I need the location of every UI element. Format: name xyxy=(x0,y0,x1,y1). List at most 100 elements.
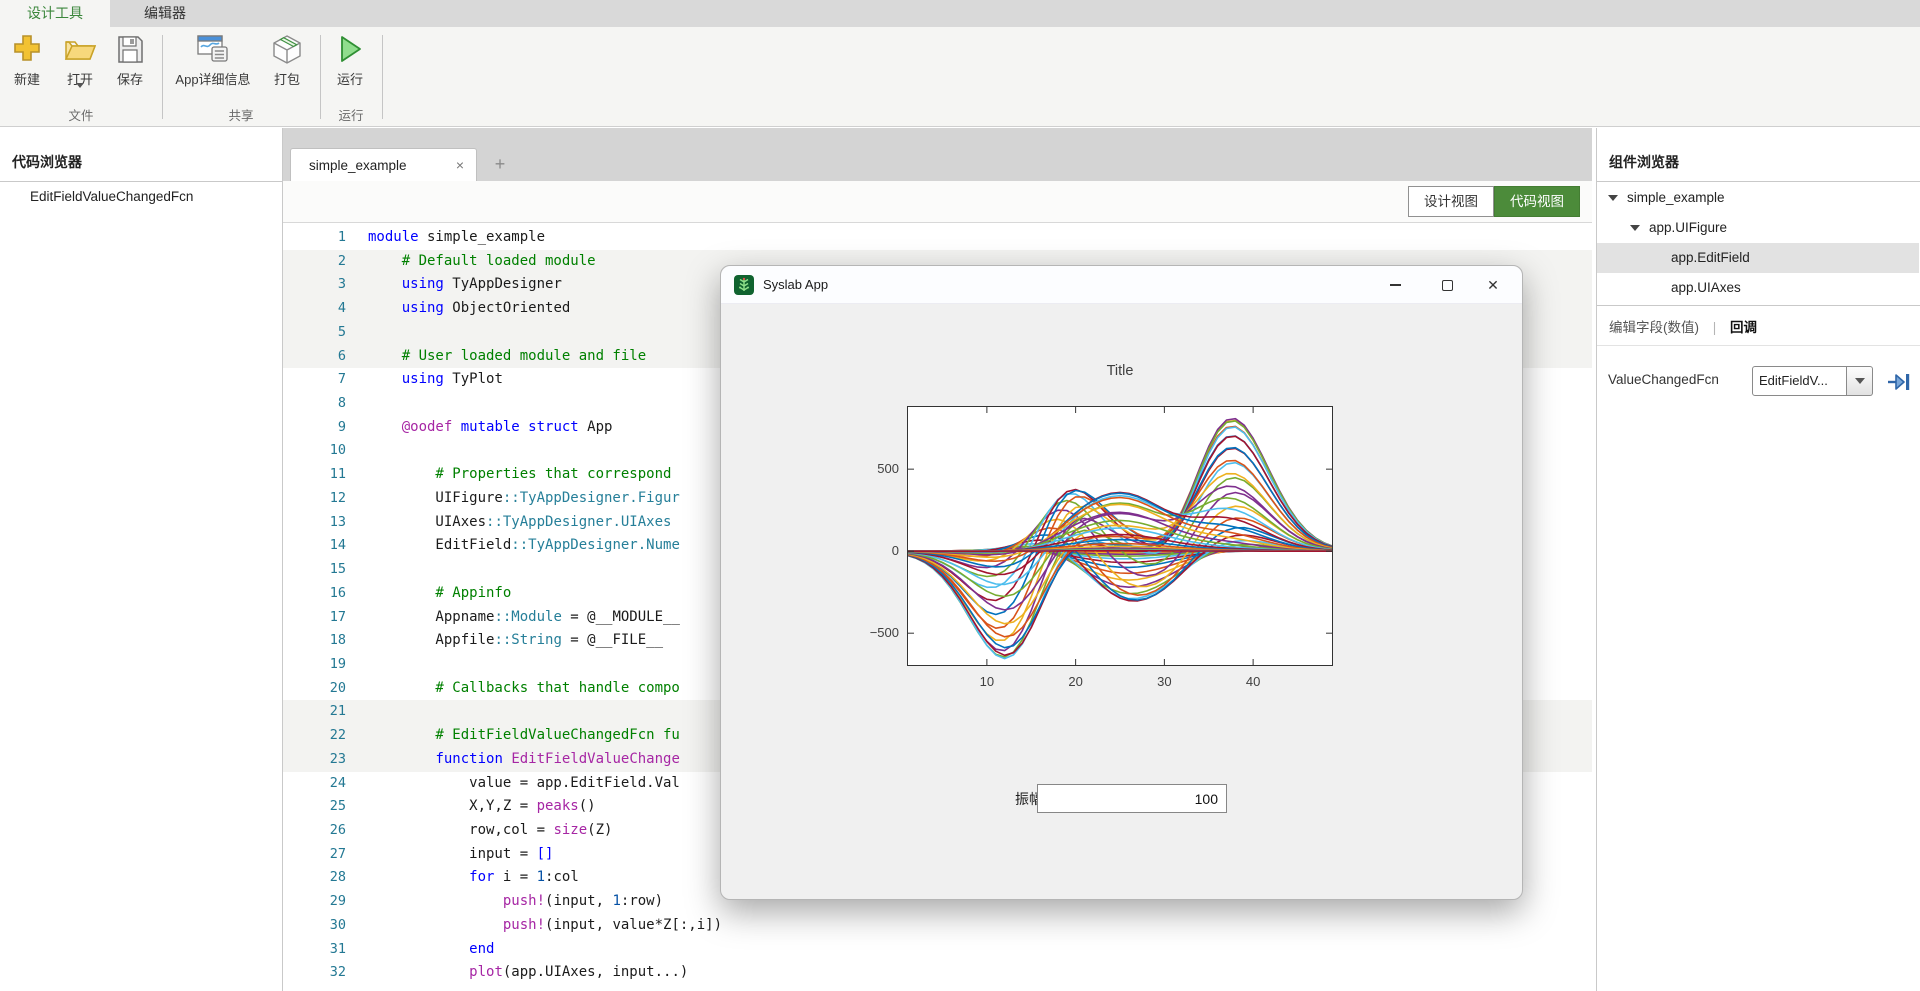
code-text: push!(input, value*Z[:,i]) xyxy=(346,914,722,938)
divider xyxy=(1597,181,1920,182)
code-text: @oodef mutable struct App xyxy=(346,416,612,440)
syslab-app-window: Syslab App ✕ Title 10203040−5000500 振幅 xyxy=(720,265,1523,900)
view-toggle: 设计视图 代码视图 xyxy=(1408,186,1580,217)
run-button[interactable]: 运行 xyxy=(327,33,373,88)
new-button[interactable]: 新建 xyxy=(4,33,50,88)
line-number: 15 xyxy=(283,558,346,582)
line-number: 19 xyxy=(283,653,346,677)
y-tick-label: −500 xyxy=(837,625,899,640)
line-number: 30 xyxy=(283,914,346,938)
tree-item-label: app.EditField xyxy=(1671,250,1750,265)
code-text: # Properties that correspond xyxy=(346,463,671,487)
line-number: 13 xyxy=(283,511,346,535)
tree-item-label: app.UIFigure xyxy=(1649,220,1727,235)
line-number: 8 xyxy=(283,392,346,416)
x-tick-label: 30 xyxy=(1144,674,1184,689)
dropdown-value[interactable]: EditFieldV... xyxy=(1752,366,1847,396)
save-button-label: 保存 xyxy=(107,69,153,88)
tab-callbacks[interactable]: 回调 xyxy=(1730,320,1757,335)
code-text xyxy=(346,653,368,677)
x-tick-label: 20 xyxy=(1056,674,1096,689)
new-button-label: 新建 xyxy=(4,69,50,88)
tab-separator: | xyxy=(1713,320,1717,335)
code-text: EditField::TyAppDesigner.Nume xyxy=(346,534,680,558)
y-tick-label: 0 xyxy=(837,543,899,558)
code-text xyxy=(346,700,368,724)
line-number: 25 xyxy=(283,795,346,819)
code-text: using TyPlot xyxy=(346,368,503,392)
close-icon[interactable]: ✕ xyxy=(1470,266,1516,304)
chevron-down-icon[interactable] xyxy=(1608,195,1618,201)
minimize-icon[interactable] xyxy=(1372,266,1418,304)
chevron-down-icon[interactable] xyxy=(1630,225,1640,231)
tree-item-app-uifigure[interactable]: app.UIFigure xyxy=(1597,213,1919,243)
tab-edit-field-numeric[interactable]: 编辑字段(数值) xyxy=(1609,320,1699,335)
editor-tab-label: simple_example xyxy=(309,158,454,173)
code-view-button[interactable]: 代码视图 xyxy=(1494,186,1580,217)
window-titlebar[interactable]: Syslab App ✕ xyxy=(721,266,1522,304)
valuechangedfcn-label: ValueChangedFcn xyxy=(1608,372,1719,387)
plot-title: Title xyxy=(907,363,1333,379)
ribbon-group-share: 共享 xyxy=(162,105,320,124)
chevron-down-icon xyxy=(76,83,84,105)
line-number: 3 xyxy=(283,273,346,297)
tree-item-simple-example[interactable]: simple_example xyxy=(1597,183,1919,213)
save-icon xyxy=(107,33,153,65)
valuechangedfcn-dropdown[interactable]: EditFieldV... xyxy=(1752,366,1873,396)
ribbon-tab-design-tools[interactable]: 设计工具 xyxy=(0,0,110,27)
code-line[interactable]: 1module simple_example xyxy=(283,226,1592,250)
code-text: for i = 1:col xyxy=(346,866,579,890)
code-browser-title: 代码浏览器 xyxy=(12,152,82,172)
open-button[interactable]: 打开 xyxy=(57,33,103,106)
package-box-icon xyxy=(264,33,310,65)
close-icon[interactable]: × xyxy=(454,157,466,173)
code-text: # Default loaded module xyxy=(346,250,596,274)
code-line[interactable]: 30 push!(input, value*Z[:,i]) xyxy=(283,914,1592,938)
line-number: 24 xyxy=(283,772,346,796)
code-line[interactable]: 32 plot(app.UIAxes, input...) xyxy=(283,961,1592,985)
code-text: module simple_example xyxy=(346,226,545,250)
line-number: 2 xyxy=(283,250,346,274)
goto-callback-icon[interactable] xyxy=(1886,372,1912,397)
save-button[interactable]: 保存 xyxy=(107,33,153,88)
code-text xyxy=(346,392,368,416)
code-text: using TyAppDesigner xyxy=(346,273,562,297)
app-details-button[interactable]: App详细信息 xyxy=(168,33,258,88)
ribbon: 新建 打开 保存 App详细信息 打包 运行 xyxy=(0,27,1920,127)
chevron-down-icon[interactable] xyxy=(1847,366,1873,396)
code-browser-item-editfieldvaluechangedfcn[interactable]: EditFieldValueChangedFcn xyxy=(0,184,282,210)
amplitude-input[interactable] xyxy=(1037,784,1227,813)
component-browser-title: 组件浏览器 xyxy=(1609,152,1679,172)
x-tick-label: 10 xyxy=(967,674,1007,689)
line-number: 6 xyxy=(283,345,346,369)
code-text: row,col = size(Z) xyxy=(346,819,612,843)
app-root: 设计工具 编辑器 新建 打开 保存 App详细信息 xyxy=(0,0,1920,991)
maximize-icon[interactable] xyxy=(1424,266,1470,304)
code-text: value = app.EditField.Val xyxy=(346,772,680,796)
package-button[interactable]: 打包 xyxy=(264,33,310,88)
syslab-app-icon xyxy=(734,275,754,295)
code-text: plot(app.UIAxes, input...) xyxy=(346,961,688,985)
line-number: 27 xyxy=(283,843,346,867)
ribbon-divider xyxy=(382,35,383,119)
line-number: 22 xyxy=(283,724,346,748)
window-title: Syslab App xyxy=(763,266,828,304)
line-number: 31 xyxy=(283,938,346,962)
code-text xyxy=(346,558,368,582)
code-text: using ObjectOriented xyxy=(346,297,570,321)
code-line[interactable]: 31 end xyxy=(283,938,1592,962)
design-view-button[interactable]: 设计视图 xyxy=(1408,186,1494,217)
line-number: 28 xyxy=(283,866,346,890)
tree-item-label: app.UIAxes xyxy=(1671,280,1741,295)
line-number: 10 xyxy=(283,439,346,463)
line-number: 21 xyxy=(283,700,346,724)
tree-item-app-uiaxes[interactable]: app.UIAxes xyxy=(1597,273,1919,303)
tree-item-label: simple_example xyxy=(1627,190,1725,205)
code-text: UIFigure::TyAppDesigner.Figur xyxy=(346,487,680,511)
ribbon-tab-editor[interactable]: 编辑器 xyxy=(110,0,220,27)
tree-item-app-editfield[interactable]: app.EditField xyxy=(1597,243,1919,273)
new-tab-button[interactable]: + xyxy=(487,151,513,177)
code-text: input = [] xyxy=(346,843,553,867)
line-number: 16 xyxy=(283,582,346,606)
editor-tab-simple-example[interactable]: simple_example × xyxy=(290,148,477,181)
